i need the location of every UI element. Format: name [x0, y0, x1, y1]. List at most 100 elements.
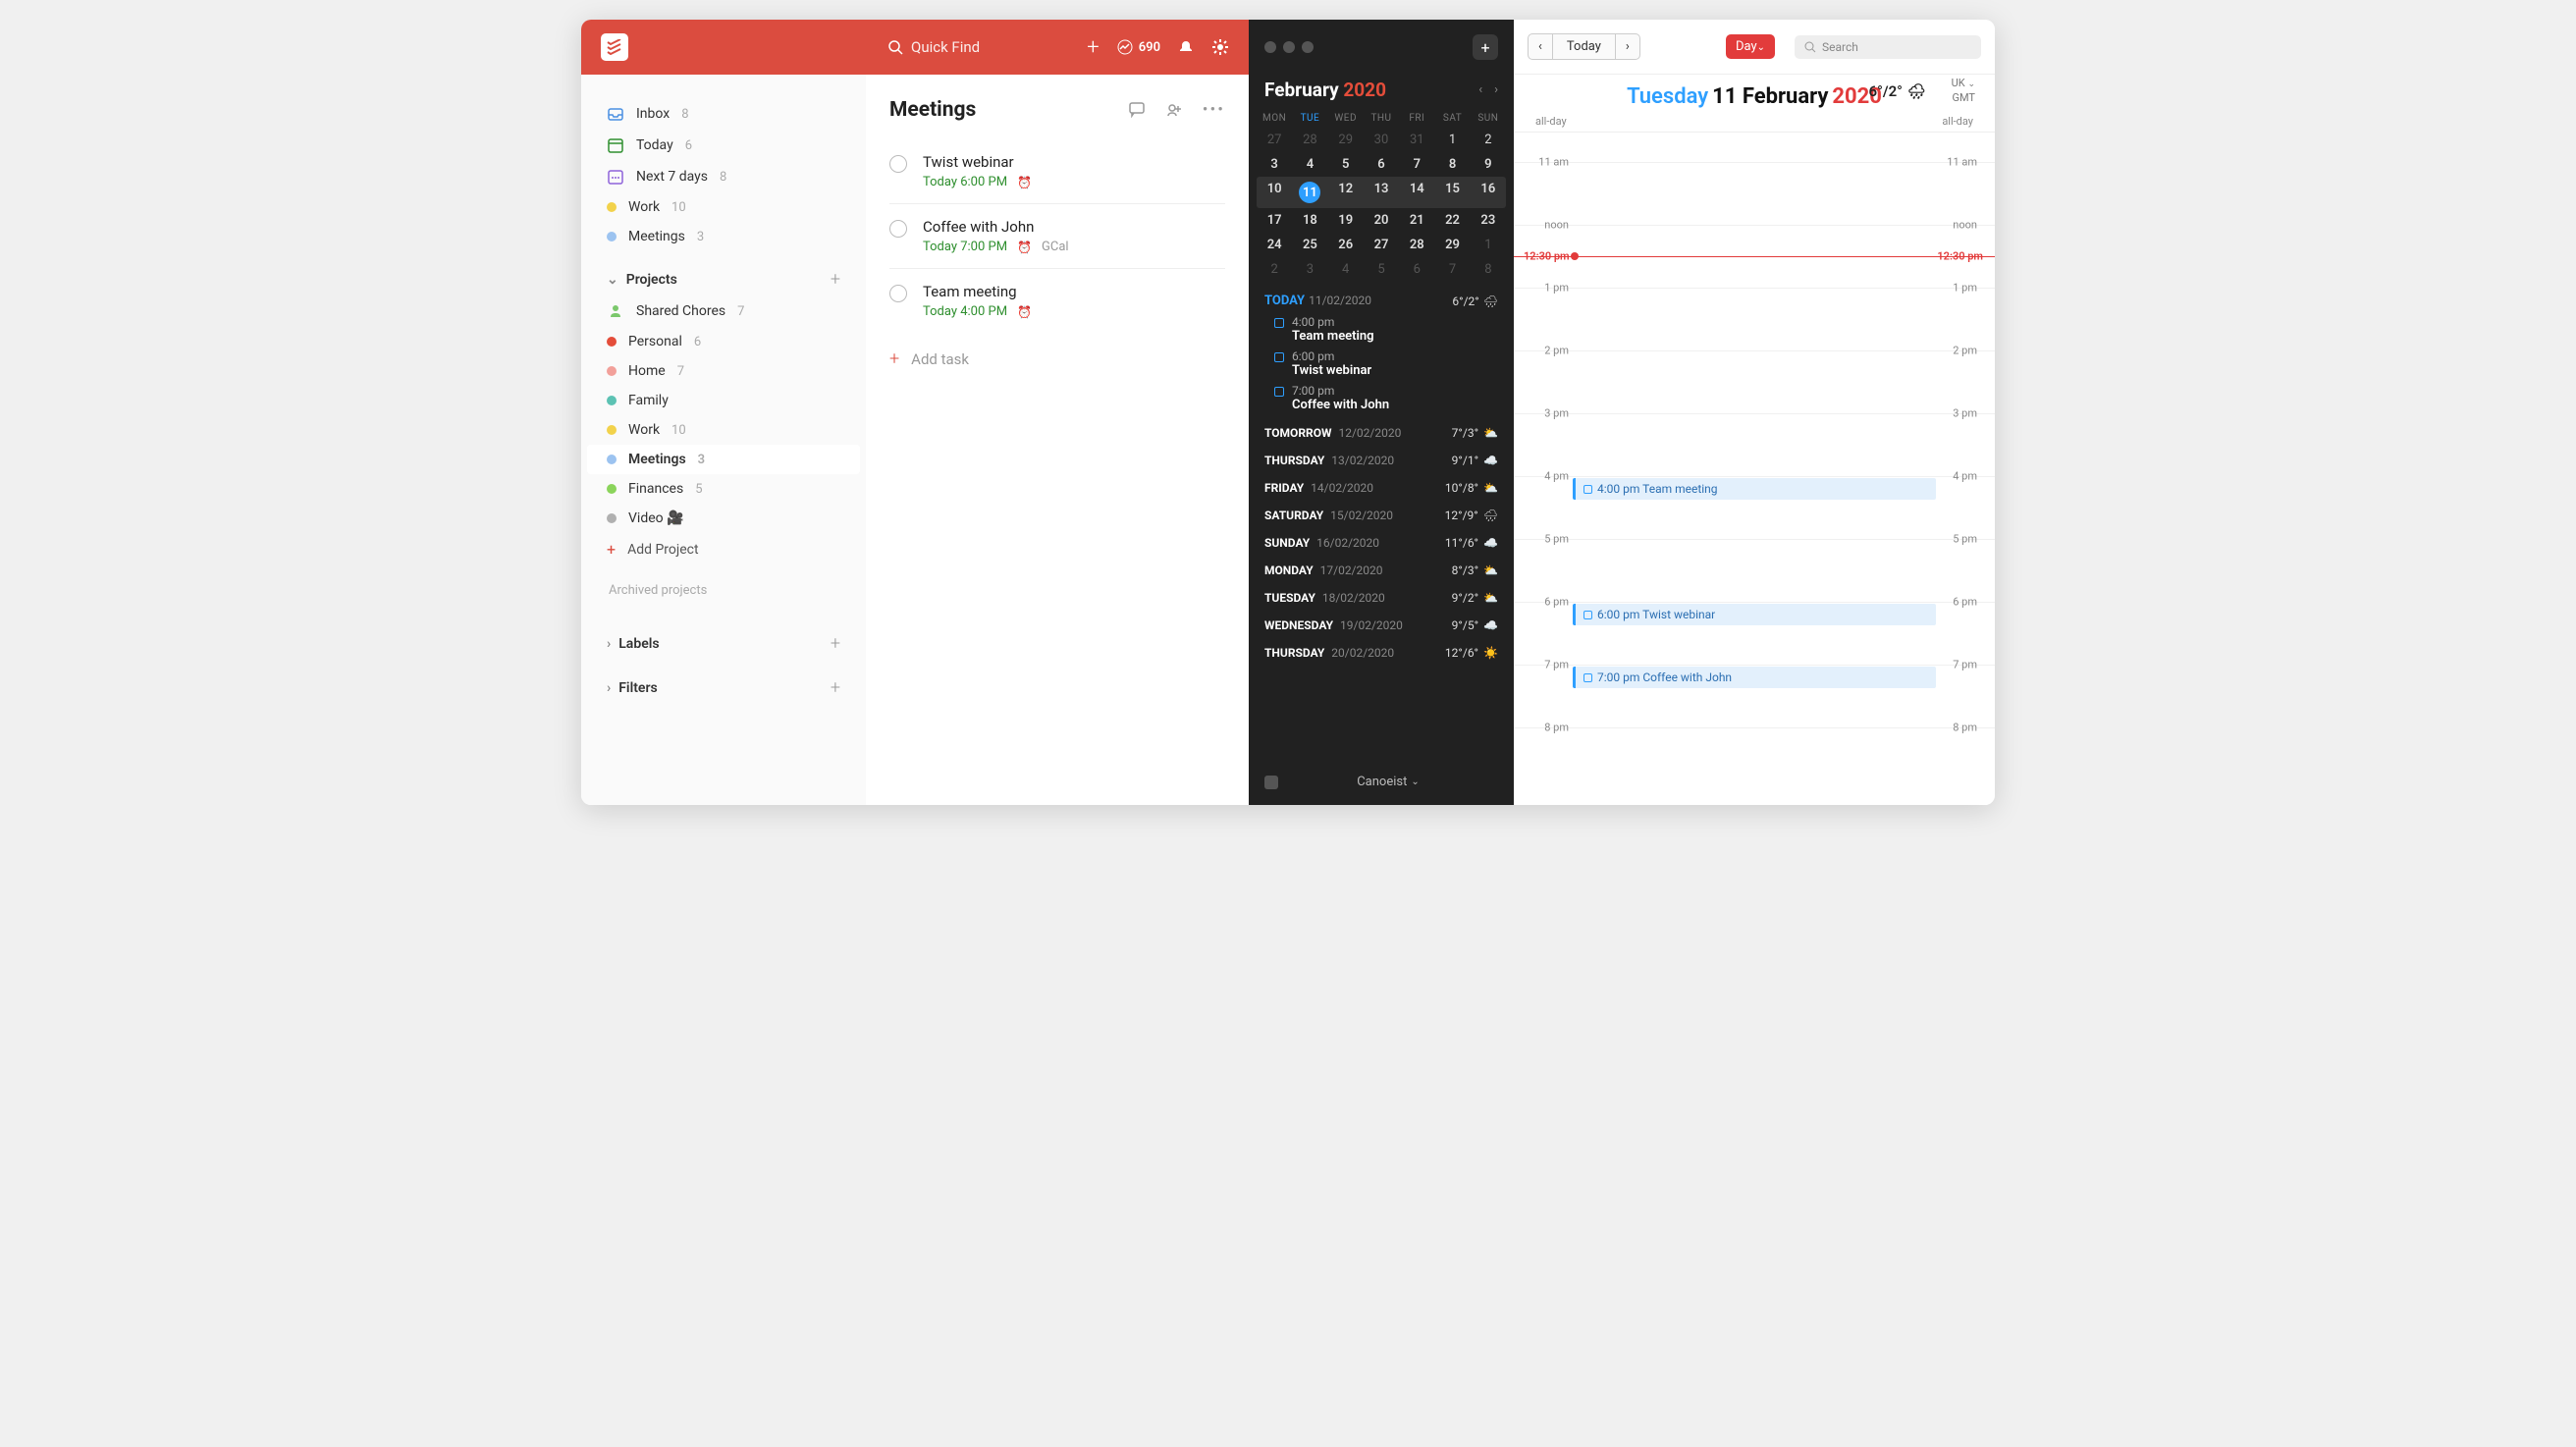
sidebar-fav-work[interactable]: Work 10	[587, 192, 860, 222]
filters-section[interactable]: ›Filters +	[587, 668, 860, 704]
mini-day-cell[interactable]: 6	[1364, 152, 1399, 177]
mini-day-cell[interactable]: 2	[1471, 128, 1506, 152]
labels-section[interactable]: ›Labels +	[587, 623, 860, 660]
add-task-row[interactable]: + Add task	[889, 333, 1225, 385]
calendar-event[interactable]: 4:00 pm Team meeting	[1573, 478, 1936, 500]
forecast-row[interactable]: SUNDAY 16/02/202011°/6°☁️	[1249, 529, 1514, 557]
next-month-icon[interactable]: ›	[1494, 82, 1498, 97]
mini-day-cell[interactable]: 27	[1257, 128, 1292, 152]
mini-day-cell[interactable]: 11	[1292, 177, 1327, 208]
archived-projects[interactable]: Archived projects	[587, 565, 860, 616]
sidebar-inbox[interactable]: Inbox 8	[587, 98, 860, 130]
forecast-row[interactable]: FRIDAY 14/02/202010°/8°⛅	[1249, 474, 1514, 502]
event-item[interactable]: 6:00 pmTwist webinar	[1249, 347, 1514, 381]
sidebar-fav-meetings[interactable]: Meetings 3	[587, 222, 860, 251]
mini-day-cell[interactable]: 7	[1434, 257, 1470, 282]
mini-day-cell[interactable]: 20	[1364, 208, 1399, 233]
mini-day-cell[interactable]: 3	[1257, 152, 1292, 177]
sidebar-project-finances[interactable]: Finances5	[587, 474, 860, 504]
sidebar-project-shared-chores[interactable]: Shared Chores7	[587, 295, 860, 327]
calendar-search[interactable]: Search	[1795, 35, 1981, 59]
view-selector-button[interactable]: Day⌄	[1726, 34, 1775, 59]
next-day-button[interactable]: ›	[1616, 34, 1639, 59]
mini-day-cell[interactable]: 17	[1257, 208, 1292, 233]
today-button[interactable]: Today	[1552, 34, 1616, 59]
mini-day-cell[interactable]: 27	[1364, 233, 1399, 257]
todoist-logo-icon[interactable]	[601, 33, 628, 61]
mini-day-cell[interactable]: 8	[1434, 152, 1470, 177]
mini-day-cell[interactable]: 13	[1364, 177, 1399, 208]
task-row[interactable]: Twist webinarToday 6:00 PM⏰	[889, 139, 1225, 204]
mini-day-cell[interactable]: 6	[1399, 257, 1434, 282]
add-project[interactable]: + Add Project	[587, 533, 860, 565]
mini-day-cell[interactable]: 9	[1471, 152, 1506, 177]
forecast-row[interactable]: MONDAY 17/02/20208°/3°⛅	[1249, 557, 1514, 584]
mini-day-cell[interactable]: 4	[1292, 152, 1327, 177]
task-checkbox[interactable]	[889, 155, 907, 173]
mini-day-cell[interactable]: 30	[1364, 128, 1399, 152]
mini-day-cell[interactable]: 15	[1434, 177, 1470, 208]
mini-day-cell[interactable]: 4	[1328, 257, 1364, 282]
timezone-selector[interactable]: UK ⌄ GMT	[1952, 77, 1975, 105]
mini-day-cell[interactable]: 10	[1257, 177, 1292, 208]
sidebar-project-meetings[interactable]: Meetings3	[587, 445, 860, 474]
add-project-icon[interactable]: +	[831, 269, 840, 290]
calendar-event[interactable]: 7:00 pm Coffee with John	[1573, 667, 1936, 688]
add-event-button[interactable]: +	[1473, 34, 1498, 60]
mini-day-cell[interactable]: 8	[1471, 257, 1506, 282]
task-checkbox[interactable]	[889, 285, 907, 302]
more-icon[interactable]: •••	[1203, 100, 1225, 120]
add-label-icon[interactable]: +	[831, 633, 840, 654]
forecast-row[interactable]: SATURDAY 15/02/202012°/9°🌧	[1249, 502, 1514, 529]
event-item[interactable]: 7:00 pmCoffee with John	[1249, 381, 1514, 415]
mini-day-cell[interactable]: 26	[1328, 233, 1364, 257]
checkbox-icon[interactable]	[1264, 776, 1278, 789]
mini-day-cell[interactable]: 31	[1399, 128, 1434, 152]
forecast-row[interactable]: TUESDAY 18/02/20209°/2°⛅	[1249, 584, 1514, 612]
mini-day-cell[interactable]: 16	[1471, 177, 1506, 208]
calendar-grid[interactable]: 11 am11 amnoonnoon1 pm1 pm2 pm2 pm3 pm3 …	[1514, 133, 1995, 761]
task-checkbox[interactable]	[889, 220, 907, 238]
share-icon[interactable]	[1165, 100, 1183, 120]
mini-day-cell[interactable]: 29	[1328, 128, 1364, 152]
window-controls[interactable]	[1264, 41, 1314, 53]
sidebar-project-home[interactable]: Home7	[587, 356, 860, 386]
mini-day-cell[interactable]: 23	[1471, 208, 1506, 233]
close-icon[interactable]	[1264, 41, 1276, 53]
mini-day-cell[interactable]: 2	[1257, 257, 1292, 282]
calendar-event[interactable]: 6:00 pm Twist webinar	[1573, 604, 1936, 625]
mini-day-cell[interactable]: 7	[1399, 152, 1434, 177]
maximize-icon[interactable]	[1302, 41, 1314, 53]
mini-day-cell[interactable]: 5	[1328, 152, 1364, 177]
task-row[interactable]: Coffee with JohnToday 7:00 PM⏰GCal	[889, 204, 1225, 269]
mini-day-cell[interactable]: 28	[1292, 128, 1327, 152]
mini-day-cell[interactable]: 12	[1328, 177, 1364, 208]
sidebar-project-personal[interactable]: Personal6	[587, 327, 860, 356]
mini-day-cell[interactable]: 3	[1292, 257, 1327, 282]
mini-day-cell[interactable]: 1	[1434, 128, 1470, 152]
comments-icon[interactable]	[1128, 100, 1146, 120]
mini-day-cell[interactable]: 5	[1364, 257, 1399, 282]
projects-section-header[interactable]: ⌄Projects +	[587, 259, 860, 295]
forecast-row[interactable]: TOMORROW 12/02/20207°/3°⛅	[1249, 419, 1514, 447]
mini-day-cell[interactable]: 24	[1257, 233, 1292, 257]
sidebar-next7[interactable]: Next 7 days 8	[587, 161, 860, 192]
prev-month-icon[interactable]: ‹	[1478, 82, 1482, 97]
mini-day-cell[interactable]: 22	[1434, 208, 1470, 233]
mini-day-cell[interactable]: 29	[1434, 233, 1470, 257]
calendar-set-selector[interactable]: Canoeist ⌄	[1357, 775, 1420, 789]
quick-find[interactable]: Quick Find	[887, 38, 1073, 56]
sidebar-project-work[interactable]: Work10	[587, 415, 860, 445]
mini-day-cell[interactable]: 1	[1471, 233, 1506, 257]
forecast-row[interactable]: THURSDAY 13/02/20209°/1°☁️	[1249, 447, 1514, 474]
mini-day-cell[interactable]: 25	[1292, 233, 1327, 257]
mini-day-cell[interactable]: 28	[1399, 233, 1434, 257]
minimize-icon[interactable]	[1283, 41, 1295, 53]
forecast-row[interactable]: THURSDAY 20/02/202012°/6°☀️	[1249, 639, 1514, 667]
settings-icon[interactable]	[1211, 38, 1229, 56]
notifications-icon[interactable]	[1178, 39, 1194, 55]
sidebar-project-family[interactable]: Family	[587, 386, 860, 415]
mini-day-cell[interactable]: 18	[1292, 208, 1327, 233]
mini-day-cell[interactable]: 21	[1399, 208, 1434, 233]
event-item[interactable]: 4:00 pmTeam meeting	[1249, 312, 1514, 347]
